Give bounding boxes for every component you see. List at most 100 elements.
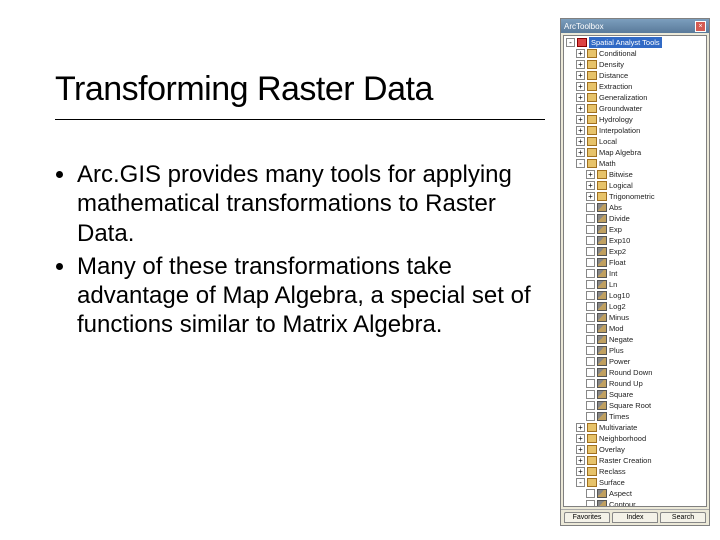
toolset-item[interactable]: + Neighborhood xyxy=(564,433,706,444)
tree-label: Density xyxy=(599,59,624,70)
toolset-item[interactable]: +Trigonometric xyxy=(564,191,706,202)
expand-icon[interactable]: + xyxy=(576,115,585,124)
tool-item[interactable]: Int xyxy=(564,268,706,279)
checkbox[interactable] xyxy=(586,335,595,344)
checkbox[interactable] xyxy=(586,401,595,410)
expand-icon[interactable]: + xyxy=(586,181,595,190)
tool-item[interactable]: Round Up xyxy=(564,378,706,389)
expand-icon[interactable]: + xyxy=(576,456,585,465)
toolset-item[interactable]: +Groundwater xyxy=(564,103,706,114)
checkbox[interactable] xyxy=(586,379,595,388)
tool-item[interactable]: Times xyxy=(564,411,706,422)
checkbox[interactable] xyxy=(586,368,595,377)
checkbox[interactable] xyxy=(586,236,595,245)
tool-item[interactable]: Round Down xyxy=(564,367,706,378)
tool-item[interactable]: Abs xyxy=(564,202,706,213)
checkbox[interactable] xyxy=(586,214,595,223)
checkbox[interactable] xyxy=(586,412,595,421)
tool-item[interactable]: Log2 xyxy=(564,301,706,312)
close-icon[interactable]: × xyxy=(695,21,706,32)
tool-item[interactable]: Negate xyxy=(564,334,706,345)
tool-item[interactable]: Exp xyxy=(564,224,706,235)
toolset-item[interactable]: +Bitwise xyxy=(564,169,706,180)
tool-item[interactable]: Mod xyxy=(564,323,706,334)
arctoolbox-panel: ArcToolbox × -Spatial Analyst Tools+Cond… xyxy=(560,18,710,526)
toolset-item[interactable]: +Reclass xyxy=(564,466,706,477)
toolset-item[interactable]: +Multivariate xyxy=(564,422,706,433)
tree-label: Abs xyxy=(609,202,622,213)
checkbox[interactable] xyxy=(586,324,595,333)
checkbox[interactable] xyxy=(586,500,595,507)
tool-item[interactable]: Square Root xyxy=(564,400,706,411)
expand-icon[interactable]: + xyxy=(576,467,585,476)
toolset-icon xyxy=(587,456,597,465)
toolset-item[interactable]: -Spatial Analyst Tools xyxy=(564,37,706,48)
toolset-item[interactable]: -Surface xyxy=(564,477,706,488)
checkbox[interactable] xyxy=(586,247,595,256)
expand-icon[interactable]: + xyxy=(586,192,595,201)
tool-item[interactable]: Ln xyxy=(564,279,706,290)
expand-icon[interactable]: + xyxy=(576,71,585,80)
expand-icon[interactable]: + xyxy=(576,126,585,135)
checkbox[interactable] xyxy=(586,489,595,498)
expand-icon[interactable]: + xyxy=(576,104,585,113)
tool-item[interactable]: Aspect xyxy=(564,488,706,499)
checkbox[interactable] xyxy=(586,225,595,234)
tool-item[interactable]: Contour xyxy=(564,499,706,507)
collapse-icon[interactable]: - xyxy=(566,38,575,47)
checkbox[interactable] xyxy=(586,302,595,311)
expand-icon[interactable]: + xyxy=(576,423,585,432)
checkbox[interactable] xyxy=(586,258,595,267)
tab-search[interactable]: Search xyxy=(660,512,706,523)
expand-icon[interactable]: + xyxy=(586,170,595,179)
tree-label: Neighborhood xyxy=(599,433,646,444)
collapse-icon[interactable]: - xyxy=(576,478,585,487)
tree-label: Generalization xyxy=(599,92,647,103)
toolset-item[interactable]: +Local xyxy=(564,136,706,147)
tool-item[interactable]: Square xyxy=(564,389,706,400)
checkbox[interactable] xyxy=(586,346,595,355)
expand-icon[interactable]: + xyxy=(576,82,585,91)
tool-item[interactable]: Plus xyxy=(564,345,706,356)
checkbox[interactable] xyxy=(586,357,595,366)
checkbox[interactable] xyxy=(586,313,595,322)
tree-label: Float xyxy=(609,257,626,268)
tab-favorites[interactable]: Favorites xyxy=(564,512,610,523)
toolset-item[interactable]: + Generalization xyxy=(564,92,706,103)
toolset-item[interactable]: +Map Algebra xyxy=(564,147,706,158)
panel-titlebar[interactable]: ArcToolbox × xyxy=(561,19,709,33)
expand-icon[interactable]: + xyxy=(576,137,585,146)
tool-item[interactable]: Divide xyxy=(564,213,706,224)
checkbox[interactable] xyxy=(586,390,595,399)
expand-icon[interactable]: + xyxy=(576,60,585,69)
expand-icon[interactable]: + xyxy=(576,49,585,58)
tab-index[interactable]: Index xyxy=(612,512,658,523)
toolset-item[interactable]: +Hydrology xyxy=(564,114,706,125)
toolset-item[interactable]: +Raster Creation xyxy=(564,455,706,466)
checkbox[interactable] xyxy=(586,203,595,212)
tool-icon xyxy=(597,247,607,256)
tool-item[interactable]: Power xyxy=(564,356,706,367)
tool-item[interactable]: Exp10 xyxy=(564,235,706,246)
tool-item[interactable]: Log10 xyxy=(564,290,706,301)
toolset-item[interactable]: +Distance xyxy=(564,70,706,81)
toolset-item[interactable]: +Conditional xyxy=(564,48,706,59)
tool-item[interactable]: Float xyxy=(564,257,706,268)
toolset-item[interactable]: +Overlay xyxy=(564,444,706,455)
expand-icon[interactable]: + xyxy=(576,434,585,443)
tool-item[interactable]: Minus xyxy=(564,312,706,323)
toolset-item[interactable]: +Interpolation xyxy=(564,125,706,136)
checkbox[interactable] xyxy=(586,269,595,278)
collapse-icon[interactable]: - xyxy=(576,159,585,168)
toolset-item[interactable]: -Math xyxy=(564,158,706,169)
expand-icon[interactable]: + xyxy=(576,445,585,454)
expand-icon[interactable]: + xyxy=(576,93,585,102)
checkbox[interactable] xyxy=(586,291,595,300)
toolset-item[interactable]: +Logical xyxy=(564,180,706,191)
tool-tree[interactable]: -Spatial Analyst Tools+Conditional+Densi… xyxy=(563,35,707,507)
toolset-item[interactable]: +Extraction xyxy=(564,81,706,92)
toolset-item[interactable]: + Density xyxy=(564,59,706,70)
checkbox[interactable] xyxy=(586,280,595,289)
tool-item[interactable]: Exp2 xyxy=(564,246,706,257)
expand-icon[interactable]: + xyxy=(576,148,585,157)
